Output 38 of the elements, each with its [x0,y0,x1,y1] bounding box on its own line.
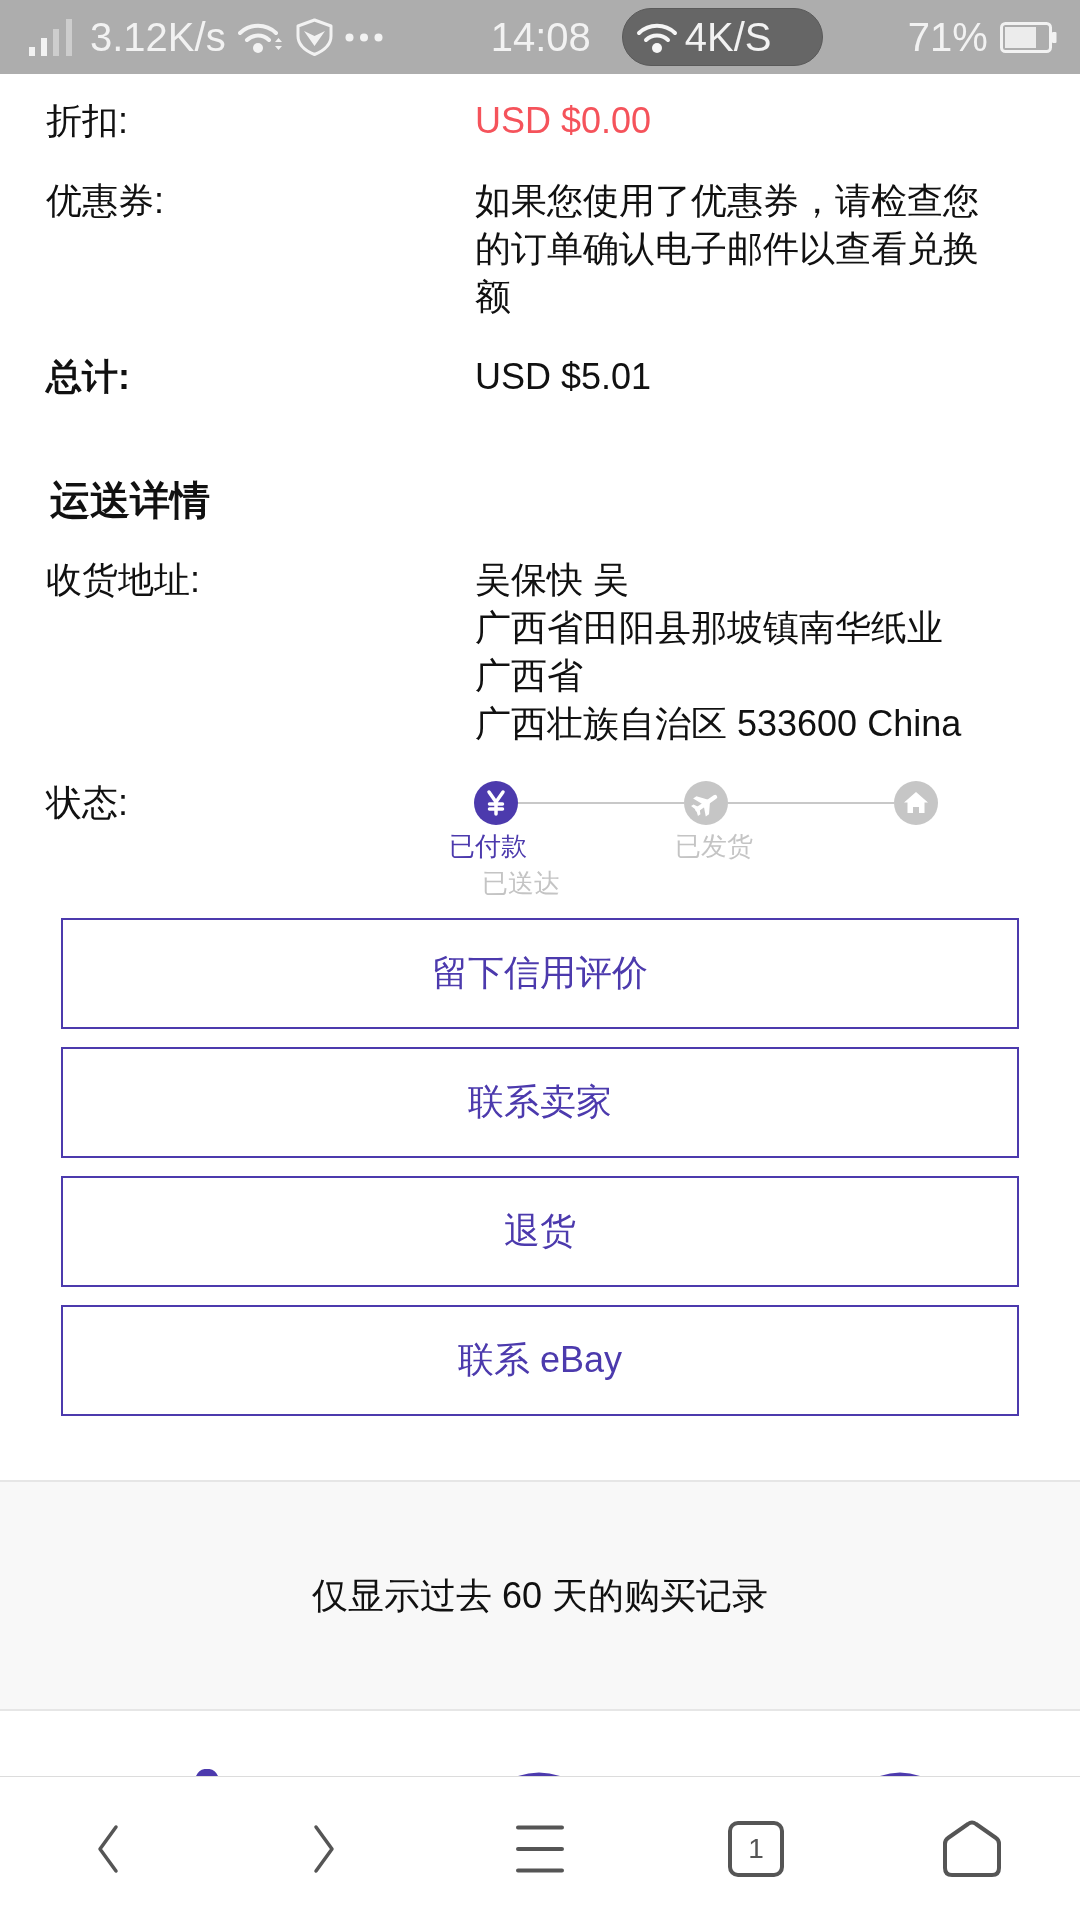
action-button[interactable]: 留下信用评价 [61,918,1019,1029]
address-line: 广西省田阳县那坡镇南华纸业 [475,606,944,650]
battery-icon [999,21,1057,53]
clock-time: 14:08 [490,14,591,60]
tab-count: 1 [748,1833,764,1864]
field-value: 如果您使用了优惠券，请检查您的订单确认电子邮件以查看兑换额 [475,179,980,319]
signal-icon [29,18,72,56]
step-label: 已送达 [482,867,560,900]
battery-percent: 71% [907,14,988,60]
home-icon[interactable] [943,1820,1001,1877]
field-label: 总计: [46,355,131,399]
address-line: 广西壮族自治区 533600 China [475,702,963,746]
forward-icon[interactable] [313,1823,335,1874]
action-button[interactable]: 联系 eBay [61,1305,1019,1416]
action-button[interactable]: 退货 [61,1176,1019,1287]
section-heading: 运送详情 [50,477,211,524]
address-line: 吴保快 吴 [475,558,630,602]
back-icon[interactable] [97,1823,119,1874]
menu-icon[interactable] [516,1824,564,1873]
more-icon [344,32,383,42]
shield-icon [295,18,333,56]
step-label: 已付款 [449,830,527,863]
field-label: 状态: [46,781,129,825]
address-line: 广西省 [475,654,584,698]
field-label: 折扣: [46,99,129,143]
hotspot-speed: 4K/S [684,14,772,60]
network-speed: 3.12K/s [90,14,226,60]
field-value: USD $0.00 [475,99,653,143]
field-value: USD $5.01 [475,355,653,399]
action-button[interactable]: 联系卖家 [61,1047,1019,1158]
cut-off-icon [518,1772,560,1776]
step-label: 已发货 [675,830,753,863]
field-label: 优惠券: [46,179,165,223]
cut-off-icon [880,1772,920,1776]
tabs-icon[interactable] [728,1820,784,1877]
cut-off-icon [195,1769,219,1776]
field-label: 收货地址: [46,558,201,602]
footer-note: 仅显示过去 60 天的购买记录 [311,1573,768,1618]
